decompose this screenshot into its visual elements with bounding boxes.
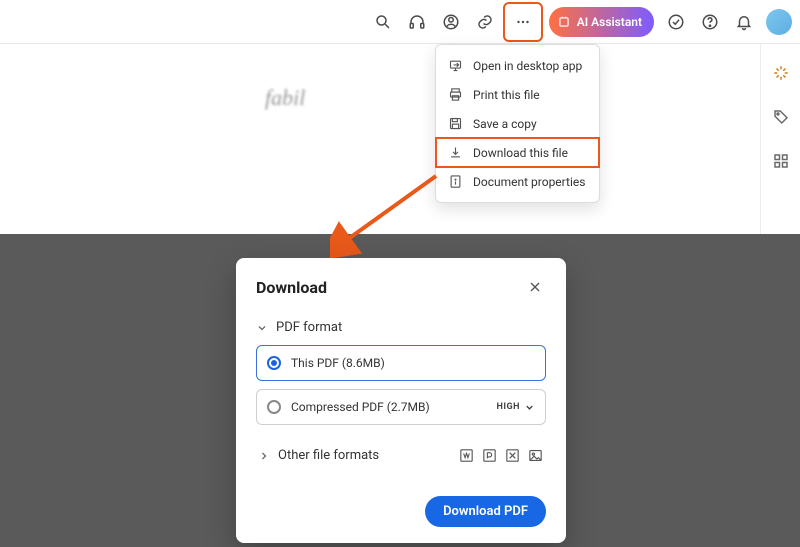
menu-download[interactable]: Download this file [436,138,599,167]
profile-icon[interactable] [435,6,467,38]
more-options-button[interactable] [507,6,539,38]
menu-print[interactable]: Print this file [436,80,599,109]
bell-icon[interactable] [728,6,760,38]
menu-label: Open in desktop app [473,59,582,73]
section-label: Other file formats [278,448,379,463]
section-other-formats[interactable]: Other file formats [256,437,546,474]
menu-save-copy[interactable]: Save a copy [436,109,599,138]
section-label: PDF format [276,320,342,335]
chevron-down-icon [524,402,535,413]
link-icon[interactable] [469,6,501,38]
dialog-title: Download [256,278,327,297]
more-options-menu: Open in desktop app Print this file Save… [435,44,600,203]
menu-open-desktop[interactable]: Open in desktop app [436,51,599,80]
annotation-arrow [330,170,450,260]
quality-selector[interactable]: HIGH [497,402,535,413]
apps-grid-icon[interactable] [772,152,790,174]
close-button[interactable] [524,276,546,298]
section-pdf-format[interactable]: PDF format [256,320,546,335]
signature-blur: fabil [265,85,375,113]
sparkle-icon[interactable] [772,64,790,86]
menu-label: Download this file [473,146,568,160]
image-icon [527,447,544,464]
menu-label: Print this file [473,88,540,102]
help-icon[interactable] [694,6,726,38]
option-this-pdf[interactable]: This PDF (8.6MB) [256,345,546,381]
menu-properties[interactable]: Document properties [436,167,599,196]
chevron-right-icon [258,450,270,462]
word-icon [458,447,475,464]
headphones-icon[interactable] [401,6,433,38]
download-dialog: Download PDF format This PDF (8.6MB) Com… [236,258,566,543]
option-label: This PDF (8.6MB) [291,356,385,370]
ai-assistant-label: AI Assistant [577,15,642,29]
avatar[interactable] [766,9,792,35]
menu-label: Save a copy [473,117,537,131]
radio-selected-icon [267,356,281,370]
download-pdf-button[interactable]: Download PDF [425,496,546,527]
menu-label: Document properties [473,175,585,189]
quality-label: HIGH [497,402,520,412]
excel-icon [504,447,521,464]
checkmark-icon[interactable] [660,6,692,38]
top-toolbar: AI Assistant [0,0,800,44]
chevron-down-icon [256,322,268,334]
option-label: Compressed PDF (2.7MB) [291,400,430,414]
option-compressed-pdf[interactable]: Compressed PDF (2.7MB) HIGH [256,389,546,425]
search-icon[interactable] [367,6,399,38]
powerpoint-icon [481,447,498,464]
ai-assistant-button[interactable]: AI Assistant [549,7,654,37]
radio-unselected-icon [267,400,281,414]
tag-icon[interactable] [772,108,790,130]
more-options-highlight [503,2,543,42]
